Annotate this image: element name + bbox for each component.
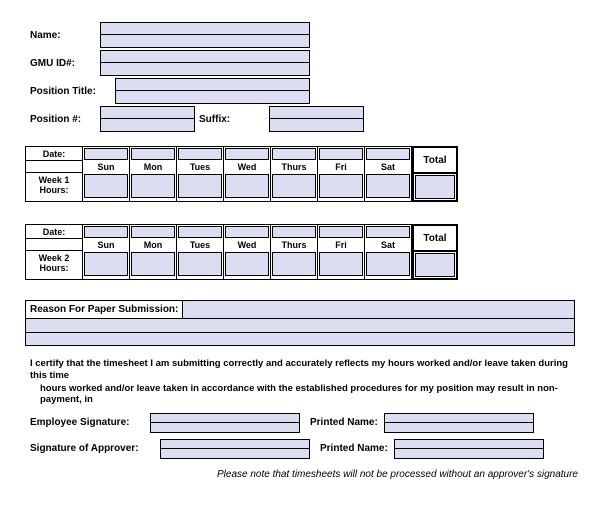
week2-hours-sat[interactable] bbox=[366, 252, 410, 276]
footnote-text: Please note that timesheets will not be … bbox=[0, 469, 578, 480]
day-thurs: Thurs bbox=[271, 239, 317, 251]
week1-date-sat[interactable] bbox=[366, 148, 410, 160]
day-sat: Sat bbox=[365, 239, 411, 251]
week1-hours-tues[interactable] bbox=[178, 174, 222, 198]
reason-section: Reason For Paper Submission: bbox=[25, 300, 575, 346]
day-sat: Sat bbox=[365, 161, 411, 173]
day-fri: Fri bbox=[318, 239, 364, 251]
week2-date-label: Date: bbox=[26, 225, 82, 239]
week2-date-sun[interactable] bbox=[84, 226, 128, 238]
week2-date-fri[interactable] bbox=[319, 226, 363, 238]
day-sun: Sun bbox=[83, 161, 129, 173]
name-input[interactable] bbox=[100, 22, 310, 48]
suffix-input[interactable] bbox=[269, 106, 364, 132]
employee-printed-name-input[interactable] bbox=[384, 413, 534, 433]
week2-date-sat[interactable] bbox=[366, 226, 410, 238]
week2-total-label: Total bbox=[414, 226, 456, 252]
week2-grid: Date: Week 2Hours: Sun Mon Tues Wed Thur… bbox=[25, 224, 600, 280]
week1-hours-wed[interactable] bbox=[225, 174, 269, 198]
day-wed: Wed bbox=[224, 161, 270, 173]
week1-date-sun[interactable] bbox=[84, 148, 128, 160]
employee-signature-input[interactable] bbox=[150, 413, 300, 433]
week1-total-label: Total bbox=[414, 148, 456, 174]
reason-label: Reason For Paper Submission: bbox=[26, 301, 182, 318]
reason-input-line2[interactable] bbox=[26, 319, 574, 333]
week2-hours-tues[interactable] bbox=[178, 252, 222, 276]
approver-signature-label: Signature of Approver: bbox=[30, 443, 150, 454]
week1-date-thurs[interactable] bbox=[272, 148, 316, 160]
week1-date-fri[interactable] bbox=[319, 148, 363, 160]
day-sun: Sun bbox=[83, 239, 129, 251]
approver-signature-input[interactable] bbox=[160, 439, 310, 459]
week2-hours-wed[interactable] bbox=[225, 252, 269, 276]
certification-text-2: hours worked and/or leave taken in accor… bbox=[40, 383, 570, 405]
week1-date-wed[interactable] bbox=[225, 148, 269, 160]
gmu-id-input[interactable] bbox=[100, 50, 310, 76]
week2-total-cell[interactable] bbox=[415, 253, 455, 277]
week1-hours-fri[interactable] bbox=[319, 174, 363, 198]
week2-date-thurs[interactable] bbox=[272, 226, 316, 238]
week1-hours-mon[interactable] bbox=[131, 174, 175, 198]
printed-name-label-1: Printed Name: bbox=[310, 417, 378, 428]
position-title-label: Position Title: bbox=[30, 86, 115, 97]
day-mon: Mon bbox=[130, 239, 176, 251]
reason-input-line3[interactable] bbox=[26, 333, 574, 346]
printed-name-label-2: Printed Name: bbox=[320, 443, 388, 454]
week2-hours-thurs[interactable] bbox=[272, 252, 316, 276]
week1-hours-sat[interactable] bbox=[366, 174, 410, 198]
week2-hours-sun[interactable] bbox=[84, 252, 128, 276]
week1-date-mon[interactable] bbox=[131, 148, 175, 160]
week2-hours-fri[interactable] bbox=[319, 252, 363, 276]
reason-input-line1[interactable] bbox=[182, 301, 574, 318]
week1-date-tues[interactable] bbox=[178, 148, 222, 160]
week1-hours-sun[interactable] bbox=[84, 174, 128, 198]
week1-total-cell[interactable] bbox=[415, 175, 455, 199]
employee-signature-label: Employee Signature: bbox=[30, 417, 140, 428]
position-number-label: Position #: bbox=[30, 114, 100, 125]
gmu-id-label: GMU ID#: bbox=[30, 58, 100, 69]
week1-grid: Date: Week 1Hours: Sun Mon Tues Wed Thur… bbox=[25, 146, 600, 202]
certification-text-1: I certify that the timesheet I am submit… bbox=[30, 358, 570, 383]
position-title-input[interactable] bbox=[115, 78, 310, 104]
week1-hours-thurs[interactable] bbox=[272, 174, 316, 198]
position-number-input[interactable] bbox=[100, 106, 195, 132]
day-mon: Mon bbox=[130, 161, 176, 173]
day-thurs: Thurs bbox=[271, 161, 317, 173]
approver-printed-name-input[interactable] bbox=[394, 439, 544, 459]
week1-date-label: Date: bbox=[26, 147, 82, 161]
day-tues: Tues bbox=[177, 239, 223, 251]
day-tues: Tues bbox=[177, 161, 223, 173]
week2-date-wed[interactable] bbox=[225, 226, 269, 238]
week2-date-mon[interactable] bbox=[131, 226, 175, 238]
week2-hours-mon[interactable] bbox=[131, 252, 175, 276]
name-label: Name: bbox=[30, 30, 100, 41]
week1-hours-label-b: Hours: bbox=[40, 186, 69, 196]
day-wed: Wed bbox=[224, 239, 270, 251]
suffix-label: Suffix: bbox=[199, 114, 269, 125]
week2-date-tues[interactable] bbox=[178, 226, 222, 238]
day-fri: Fri bbox=[318, 161, 364, 173]
week2-hours-label-b: Hours: bbox=[40, 264, 69, 274]
